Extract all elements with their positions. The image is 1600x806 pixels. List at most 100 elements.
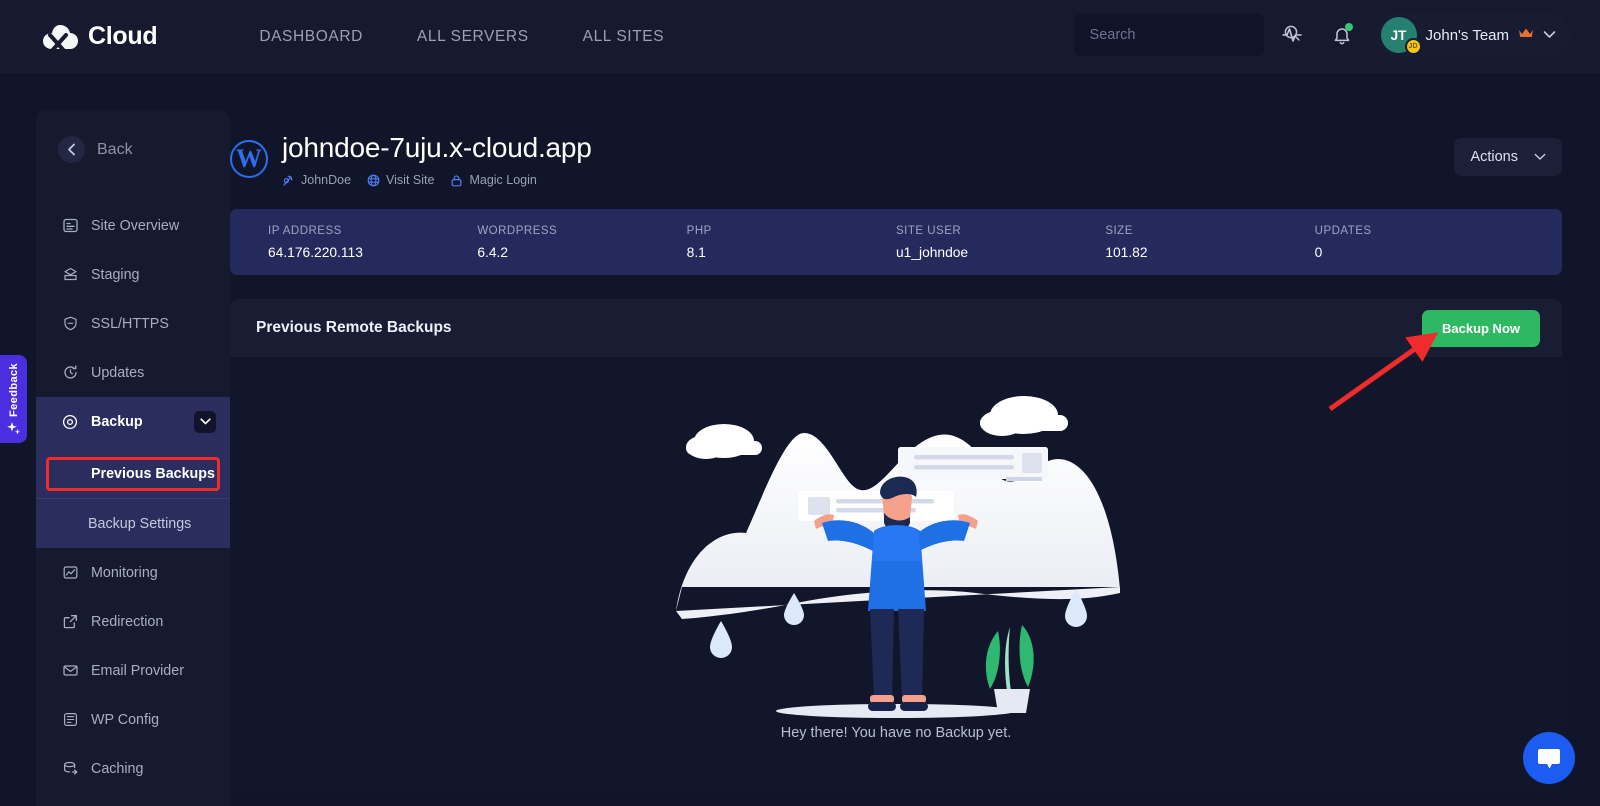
refresh-clock-icon — [62, 365, 78, 381]
info-ip-address: IP ADDRESS 64.176.220.113 — [268, 225, 477, 260]
feedback-label: Feedback — [7, 363, 20, 417]
caching-icon — [62, 761, 78, 777]
previous-remote-backups-card: Previous Remote Backups Backup Now Hey t… — [230, 299, 1562, 793]
brand-logo[interactable]: Cloud — [40, 19, 158, 55]
sidebar-item-updates[interactable]: Updates — [36, 348, 230, 397]
back-button[interactable]: Back — [36, 110, 230, 163]
sidebar-item-monitoring[interactable]: Monitoring — [36, 548, 230, 597]
sidebar-subitem-previous-backups[interactable]: Previous Backups — [46, 457, 220, 491]
sidebar-item-label: Caching — [91, 760, 144, 777]
sidebar-item-caching[interactable]: Caching — [36, 744, 230, 793]
actions-button-label: Actions — [1470, 149, 1518, 165]
external-link-icon — [62, 614, 78, 630]
info-label: UPDATES — [1314, 224, 1372, 237]
info-label: SITE USER — [895, 224, 962, 237]
site-info-bar: IP ADDRESS 64.176.220.113 WORDPRESS 6.4.… — [230, 209, 1562, 275]
sidebar-item-label: Email Provider — [91, 662, 184, 679]
sidebar-nav-list: Site Overview Staging SSL/HTTPS Updates — [36, 201, 230, 793]
nav-all-sites[interactable]: ALL SITES — [556, 28, 692, 46]
team-name-label: John's Team — [1425, 26, 1509, 44]
info-size: SIZE 101.82 — [1105, 225, 1314, 260]
subitem-label: Backup Settings — [88, 515, 192, 532]
info-value: 6.4.2 — [477, 244, 509, 260]
monitoring-icon — [62, 565, 78, 581]
chat-bubble-button[interactable] — [1523, 732, 1575, 784]
sidebar-item-wp-config[interactable]: WP Config — [36, 695, 230, 744]
info-label: SIZE — [1105, 224, 1133, 237]
nav-dashboard[interactable]: DASHBOARD — [232, 28, 390, 46]
info-php: PHP 8.1 — [687, 225, 896, 260]
notification-badge-dot — [1344, 23, 1353, 31]
site-sidebar: Back Site Overview Staging SSL/HTTPS Upd… — [36, 110, 230, 806]
feedback-tab[interactable]: Feedback — [0, 355, 27, 443]
sidebar-item-site-overview[interactable]: Site Overview — [36, 201, 230, 250]
sidebar-item-redirection[interactable]: Redirection — [36, 597, 230, 646]
sidebar-item-ssl-https[interactable]: SSL/HTTPS — [36, 299, 230, 348]
backup-now-button[interactable]: Backup Now — [1421, 309, 1540, 347]
wp-config-icon — [62, 712, 78, 728]
top-navigation-bar: Cloud DASHBOARD ALL SERVERS ALL SITES Se… — [0, 0, 1600, 73]
info-value: u1_johndoe — [895, 244, 969, 260]
backup-disc-icon — [62, 414, 78, 430]
site-link-user[interactable]: JohnDoe — [282, 173, 351, 187]
sidebar-item-label: WP Config — [91, 711, 160, 728]
backup-submenu: Previous Backups Backup Settings — [36, 446, 230, 548]
top-right-controls: JT JD John's Team — [1073, 13, 1570, 57]
sidebar-item-label: Staging — [91, 266, 140, 283]
info-value: 0 — [1314, 244, 1323, 260]
chevron-down-icon — [1534, 149, 1546, 165]
sidebar-item-label: Monitoring — [91, 564, 158, 581]
card-title: Previous Remote Backups — [256, 319, 452, 336]
layout-list-icon — [62, 218, 78, 234]
main-nav: DASHBOARD ALL SERVERS ALL SITES — [232, 28, 691, 46]
sidebar-item-label: Updates — [91, 364, 145, 381]
info-updates: UPDATES 0 — [1315, 225, 1524, 260]
info-value: 64.176.220.113 — [268, 244, 363, 260]
info-value: 8.1 — [686, 244, 706, 260]
site-links: JohnDoe Visit Site Magic Login — [282, 173, 592, 187]
info-value: 101.82 — [1105, 244, 1148, 260]
back-label: Back — [97, 140, 133, 158]
sidebar-item-backup[interactable]: Backup — [36, 397, 230, 446]
activity-pulse-icon[interactable] — [1270, 13, 1314, 57]
site-link-visit[interactable]: Visit Site — [367, 173, 434, 187]
search-input[interactable] — [1089, 27, 1277, 43]
actions-button[interactable]: Actions — [1454, 138, 1562, 176]
sidebar-item-label: Redirection — [91, 613, 164, 630]
empty-state-text: Hey there! You have no Backup yet. — [780, 725, 1012, 741]
cloud-logo-icon — [40, 19, 80, 55]
card-body: Hey there! You have no Backup yet. — [230, 357, 1562, 793]
bell-icon[interactable] — [1320, 13, 1364, 57]
search-box[interactable] — [1073, 14, 1300, 56]
lock-icon — [452, 174, 462, 186]
site-link-magic-login[interactable]: Magic Login — [450, 173, 537, 187]
info-label: PHP — [686, 224, 712, 237]
nav-all-servers[interactable]: ALL SERVERS — [390, 28, 556, 46]
sidebar-item-email-provider[interactable]: Email Provider — [36, 646, 230, 695]
staging-icon — [62, 267, 78, 283]
chat-bubble-icon — [1538, 749, 1560, 769]
page-title: johndoe-7uju.x-cloud.app — [282, 132, 592, 163]
sparkle-icon — [7, 421, 20, 435]
sidebar-item-staging[interactable]: Staging — [36, 250, 230, 299]
chevron-down-icon[interactable] — [1543, 26, 1556, 44]
globe-icon — [367, 174, 380, 186]
chevron-down-icon[interactable] — [194, 410, 216, 433]
avatar-badge: JD — [1404, 38, 1422, 55]
brand-name: Cloud — [88, 22, 158, 50]
sidebar-subitem-backup-settings[interactable]: Backup Settings — [36, 499, 230, 548]
avatar: JT JD — [1380, 17, 1422, 55]
team-switcher[interactable]: JT JD John's Team — [1375, 13, 1570, 57]
card-header: Previous Remote Backups Backup Now — [230, 299, 1562, 357]
shield-icon — [62, 316, 78, 332]
site-link-label: Visit Site — [386, 173, 435, 187]
site-header: W johndoe-7uju.x-cloud.app JohnDoe Visit… — [230, 110, 1562, 187]
info-label: WORDPRESS — [477, 224, 558, 237]
main-content: W johndoe-7uju.x-cloud.app JohnDoe Visit… — [230, 110, 1562, 806]
info-site-user: SITE USER u1_johndoe — [896, 225, 1105, 260]
info-label: IP ADDRESS — [268, 224, 342, 237]
avatar-initials: JT — [1390, 27, 1407, 43]
site-link-label: Magic Login — [469, 173, 537, 187]
chevron-left-icon — [58, 136, 85, 163]
sidebar-item-label: Backup — [91, 413, 143, 430]
